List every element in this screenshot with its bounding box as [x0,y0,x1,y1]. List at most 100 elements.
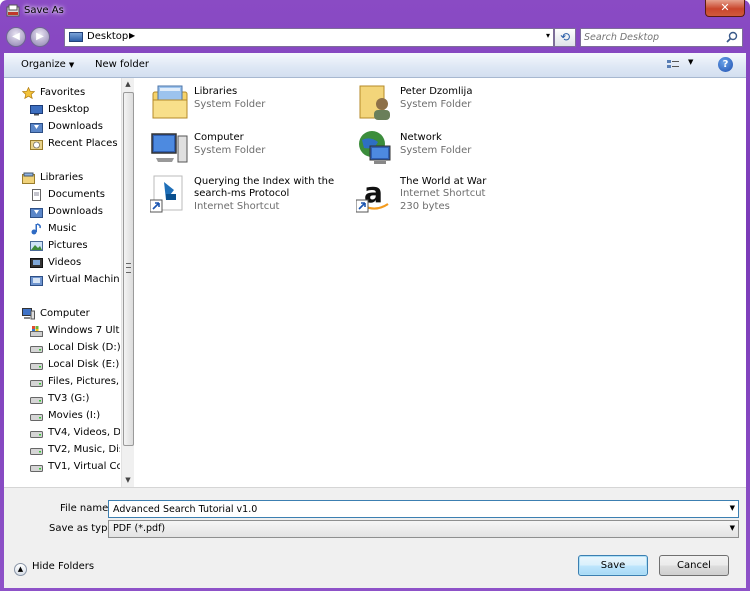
file-detail: Internet Shortcut [194,201,280,212]
nav-label: Recent Places [48,138,118,149]
drive-icon [30,431,43,438]
address-bar[interactable]: Desktop ▶ ▾ [64,28,554,47]
help-icon[interactable]: ? [718,57,733,72]
command-toolbar: Organize ▼ New folder ▼ ? [4,53,746,78]
drive-icon [30,380,43,387]
file-item-world-at-war[interactable]: a The World at War Internet Shortcut 230… [340,174,540,224]
file-detail: System Folder [400,99,472,110]
network-icon [359,131,391,164]
scrollbar-thumb[interactable] [123,92,134,446]
file-detail: System Folder [400,145,472,156]
folder-icon [30,276,43,286]
file-name-field[interactable]: ▼ [108,500,739,518]
save-as-window: Save As ✕ ◀ ▶ Desktop ▶ ▾ ⟲ Organize▼ Ne… [0,0,750,591]
search-input[interactable] [584,30,719,45]
nav-label: Windows 7 Ultim [48,325,120,336]
view-dropdown-icon[interactable]: ▼ [688,58,693,66]
nav-label: Downloads [48,206,103,217]
nav-label: TV1, Virtual Com [48,461,120,472]
nav-label: Downloads [48,121,103,132]
forward-button[interactable]: ▶ [30,27,50,47]
organize-label: Organize [21,59,66,70]
nav-label: Pictures [48,240,88,251]
drive-icon [30,448,43,455]
nav-label: Favorites [40,87,86,98]
nav-label: TV4, Videos, Dow [48,427,120,438]
nav-label: Desktop [48,104,90,115]
search-icon[interactable] [726,31,738,43]
file-item-querying-index[interactable]: Querying the Index with the search-ms Pr… [134,174,339,224]
nav-label: Local Disk (E:) [48,359,120,370]
file-item-computer[interactable]: Computer System Folder [134,128,334,172]
change-view-icon[interactable] [666,58,680,72]
address-dropdown-icon[interactable]: ▾ [546,31,550,40]
forward-arrow-icon: ▶ [36,31,44,42]
nav-label: TV2, Music, Disk [48,444,120,455]
desktop-icon [69,32,83,42]
file-name-input[interactable] [113,502,713,516]
refresh-button[interactable]: ⟲ [554,28,576,47]
recent-places-icon [30,140,43,150]
save-app-icon [6,4,20,17]
downloads-icon [30,123,43,133]
nav-label: Documents [48,189,106,200]
organize-button[interactable]: Organize ▼ [21,59,74,70]
file-item-network[interactable]: Network System Folder [340,128,540,172]
file-name: Peter Dzomlija [400,86,473,97]
videos-icon [30,258,43,268]
file-list: Libraries System Folder Peter Dzomlija S… [134,78,746,487]
new-folder-button[interactable]: New folder [95,59,149,70]
file-detail: System Folder [194,99,266,110]
title-bar[interactable]: Save As ✕ [0,0,750,22]
file-item-user[interactable]: Peter Dzomlija System Folder [340,82,540,126]
libraries-icon [22,172,35,184]
scroll-down-icon[interactable]: ▼ [122,474,134,486]
refresh-icon: ⟲ [559,30,571,44]
documents-icon [32,189,41,201]
file-name-line2: search-ms Protocol [194,188,290,199]
scroll-up-icon[interactable]: ▲ [122,78,134,90]
computer-icon [22,308,35,320]
window-title: Save As [24,5,64,16]
internet-shortcut-icon [150,175,183,213]
libraries-folder-icon [152,85,188,119]
computer-icon [151,133,188,163]
save-type-select[interactable]: PDF (*.pdf) ▼ [108,520,739,538]
hide-folders-button[interactable]: ▲ Hide Folders [14,561,94,576]
file-name-dropdown-icon[interactable]: ▼ [730,504,735,512]
pictures-icon [30,241,43,251]
save-type-value: PDF (*.pdf) [113,523,166,534]
drive-icon [30,465,43,472]
save-button[interactable]: Save [578,555,648,576]
grip-icon [126,263,131,273]
navigation-bar: ◀ ▶ Desktop ▶ ▾ ⟲ [4,24,746,52]
nav-label: TV3 (G:) [48,393,90,404]
file-name: Querying the Index with the [194,176,335,187]
file-name: The World at War [400,176,487,187]
nav-label: Local Disk (D:) [48,342,120,353]
breadcrumb-arrow-icon[interactable]: ▶ [129,31,135,40]
drive-icon [30,414,43,421]
address-location[interactable]: Desktop [87,31,128,42]
file-name: Network [400,132,442,143]
chevron-down-icon: ▼ [68,61,75,69]
file-name-label: File name: [60,503,112,514]
close-button[interactable]: ✕ [705,0,745,17]
back-arrow-icon: ◀ [12,31,20,42]
nav-label: Movies (I:) [48,410,101,421]
search-box[interactable] [580,28,743,47]
nav-label: Files, Pictures, De [48,376,120,387]
save-type-label: Save as type: [49,523,117,534]
navigation-pane: Favorites Desktop Downloads Recent Place… [4,78,120,487]
cancel-button[interactable]: Cancel [659,555,729,576]
nav-label: Computer [40,308,90,319]
file-name: Libraries [194,86,238,97]
back-button[interactable]: ◀ [6,27,26,47]
nav-label: Libraries [40,172,84,183]
file-detail: System Folder [194,145,266,156]
save-type-dropdown-icon[interactable]: ▼ [730,524,735,532]
amazon-shortcut-icon: a [356,176,389,213]
save-options-panel: File name: ▼ Save as type: PDF (*.pdf) ▼… [4,487,746,588]
navigation-scrollbar[interactable]: ▲ ▼ [121,78,134,487]
file-item-libraries[interactable]: Libraries System Folder [134,82,334,126]
